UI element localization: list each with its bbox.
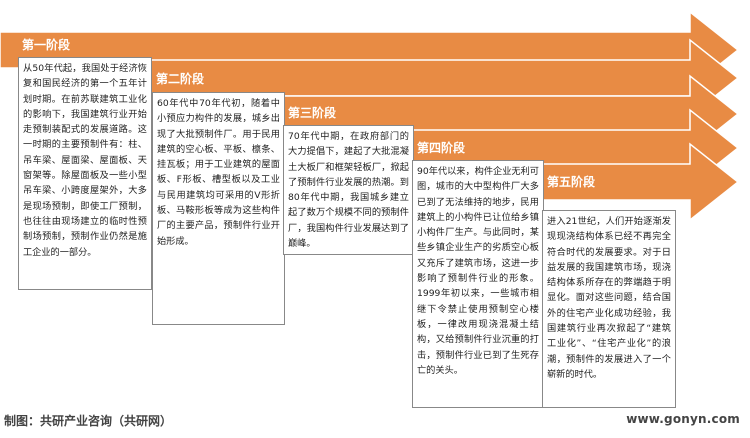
stage-label-1: 第一阶段 [22,38,71,52]
stage-text-3: 70年代中期，在政府部门的大力提倡下，建起了大批混凝土大板厂和框架轻板厂，掀起了… [283,125,414,255]
stages-diagram: 第一阶段 第二阶段 第三阶段 第四阶段 第五阶段 从50年代起，我国处于经济恢复… [0,0,750,438]
stage-text-1: 从50年代起，我国处于经济恢复和国民经济的第一个五年计划时期。在前苏联建筑工业化… [18,57,152,290]
source-credit: 制图：共研产业咨询（共研网） [4,414,173,428]
stage-label-2: 第二阶段 [156,72,205,86]
stage-label-5: 第五阶段 [547,175,596,189]
stage-label-4: 第四阶段 [417,141,466,155]
watermark-url: www.gonyn.com [626,412,740,426]
stage-text-5: 进入21世纪，人们开始逐渐发现现浇结构体系已经不再完全符合时代的发展要求。对于日… [542,210,676,408]
stage-text-2: 60年代中70年代初，随着中小预应力构件的发展，城乡出现了大批预制件厂。用于民用… [152,92,285,325]
stage-label-3: 第三阶段 [288,106,337,120]
stage-text-4: 90年代以来，构件企业无利可图，城市的大中型构件厂大多已到了无法维持的地步，民用… [412,160,544,408]
